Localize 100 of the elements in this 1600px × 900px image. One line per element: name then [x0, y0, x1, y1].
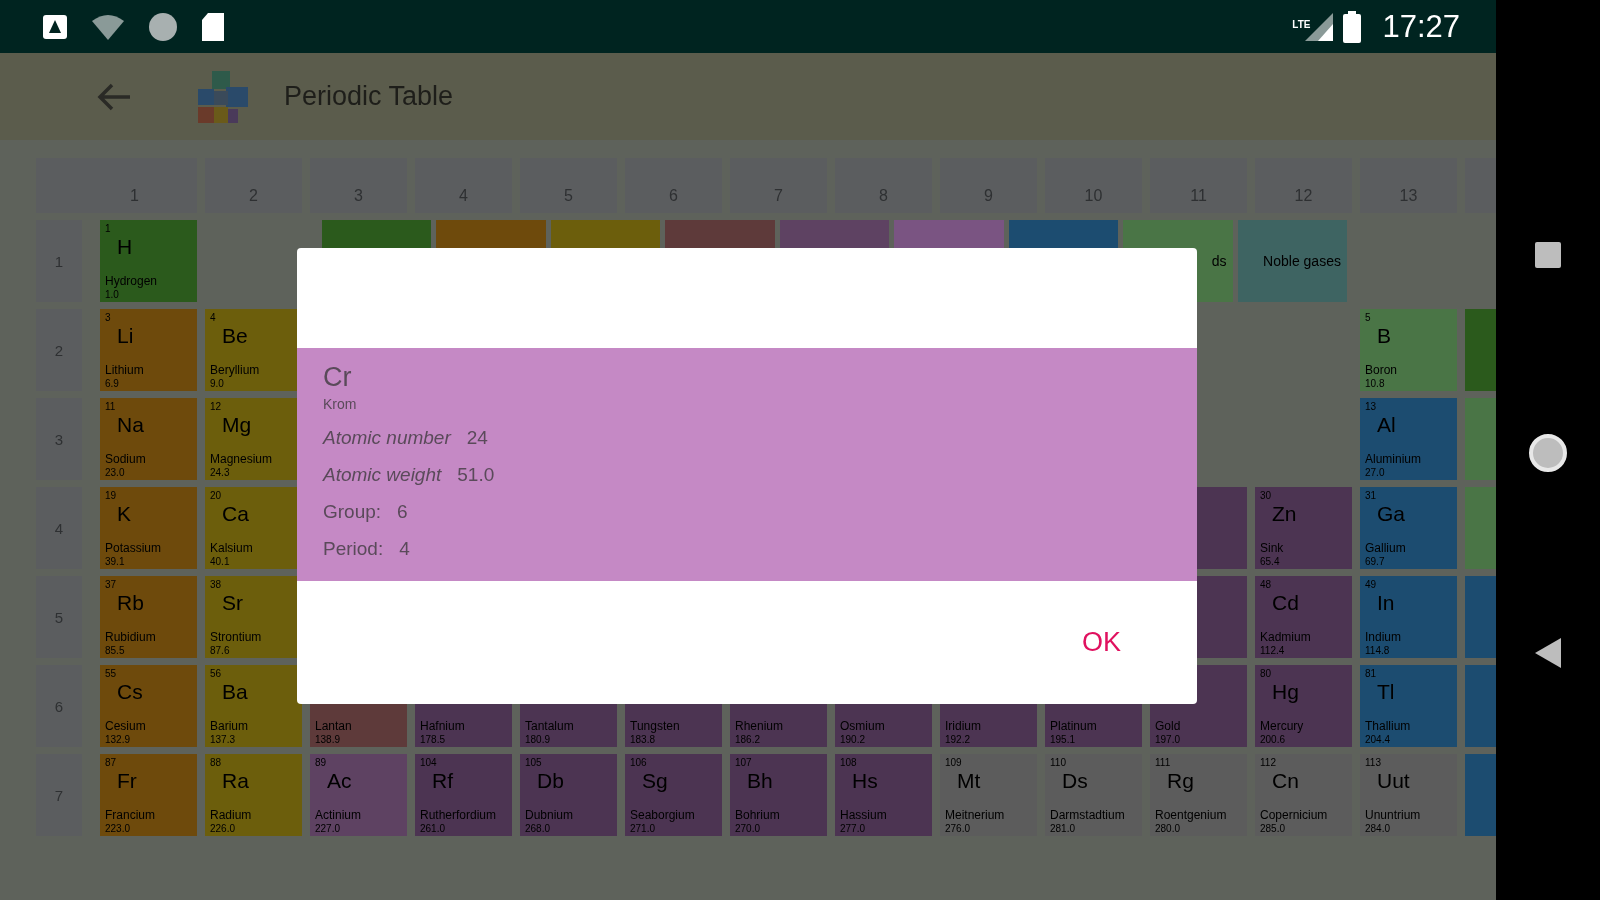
element-name: Meitnerium: [945, 808, 1006, 823]
fact-label: Atomic number: [323, 426, 451, 450]
atomic-number: 111: [1155, 757, 1172, 768]
element-tile[interactable]: 81 Tl Thallium 204.4: [1360, 665, 1457, 747]
element-tile[interactable]: 107 Bh Bohrium 270.0: [730, 754, 827, 836]
element-name: Platinum: [1050, 719, 1098, 734]
element-tile[interactable]: 13 Al Aluminium 27.0: [1360, 398, 1457, 480]
atomic-number: 105: [525, 757, 543, 768]
fact-value: 51.0: [457, 463, 495, 487]
element-tile[interactable]: 106 Sg Seaborgium 271.0: [625, 754, 722, 836]
element-name: Beryllium: [210, 363, 261, 378]
element-name: Rubidium: [105, 630, 157, 645]
atomic-number: 5: [1365, 312, 1372, 323]
element-name: Indium: [1365, 630, 1403, 645]
atomic-weight: 6.9: [105, 378, 120, 389]
atomic-weight: 276.0: [945, 823, 972, 834]
element-tile[interactable]: 31 Ga Gallium 69.7: [1360, 487, 1457, 569]
element-name: Francium: [105, 808, 156, 823]
element-symbol: In: [1377, 590, 1396, 616]
element-tile[interactable]: 105 Db Dubnium 268.0: [520, 754, 617, 836]
atomic-number: 88: [210, 757, 223, 768]
element-tile[interactable]: 80 Hg Mercury 200.6: [1255, 665, 1352, 747]
element-tile[interactable]: 3 Li Lithium 6.9: [100, 309, 197, 391]
element-symbol: Cs: [117, 679, 144, 705]
element-tile[interactable]: 88 Ra Radium 226.0: [205, 754, 302, 836]
atomic-number: 108: [840, 757, 858, 768]
element-name: Rutherfordium: [420, 808, 498, 823]
element-tile[interactable]: 1 H Hydrogen 1.0: [100, 220, 197, 302]
element-symbol: Cn: [1272, 768, 1300, 794]
back-arrow-icon[interactable]: [96, 81, 132, 112]
atomic-weight: 200.6: [1260, 734, 1287, 745]
element-name: Roentgenium: [1155, 808, 1228, 823]
element-tile[interactable]: 104 Rf Rutherfordium 261.0: [415, 754, 512, 836]
atomic-number: 1: [105, 223, 112, 234]
atomic-weight: 197.0: [1155, 734, 1182, 745]
element-symbol: Ds: [1062, 768, 1089, 794]
network-label: LTE: [1292, 18, 1311, 30]
element-symbol: Hs: [852, 768, 879, 794]
element-symbol: Hg: [1272, 679, 1300, 705]
fact-value: 24: [466, 426, 488, 450]
atomic-weight: 132.9: [105, 734, 132, 745]
element-tile[interactable]: 11 Na Sodium 23.0: [100, 398, 197, 480]
element-tile[interactable]: 112 Cn Copernicium 285.0: [1255, 754, 1352, 836]
element-tile[interactable]: 87 Fr Francium 223.0: [100, 754, 197, 836]
atomic-weight: 69.7: [1365, 556, 1386, 567]
element-tile[interactable]: 110 Ds Darmstadtium 281.0: [1045, 754, 1142, 836]
element-tile[interactable]: 19 K Potassium 39.1: [100, 487, 197, 569]
element-tile[interactable]: 108 Hs Hassium 277.0: [835, 754, 932, 836]
element-name: Osmium: [840, 719, 886, 734]
element-tile[interactable]: 48 Cd Kadmium 112.4: [1255, 576, 1352, 658]
recents-icon[interactable]: [1535, 242, 1561, 269]
atomic-number: 31: [1365, 490, 1378, 501]
atomic-number: 55: [105, 668, 118, 679]
atomic-number: 37: [105, 579, 118, 590]
element-tile[interactable]: 49 In Indium 114.8: [1360, 576, 1457, 658]
element-name: Tantalum: [525, 719, 575, 734]
element-name: Mercury: [1260, 719, 1305, 734]
atomic-weight: 87.6: [210, 645, 231, 656]
element-tile[interactable]: 30 Zn Sink 65.4: [1255, 487, 1352, 569]
element-tile[interactable]: 56 Ba Barium 137.3: [205, 665, 302, 747]
atomic-number: 48: [1260, 579, 1273, 590]
atomic-number: 12: [210, 401, 223, 412]
atomic-weight: 27.0: [1365, 467, 1386, 478]
back-icon[interactable]: [1535, 637, 1561, 668]
atomic-number: 109: [945, 757, 963, 768]
element-tile[interactable]: 113 Uut Ununtrium 284.0: [1360, 754, 1457, 836]
element-symbol: Ra: [222, 768, 250, 794]
element-name: Sodium: [105, 452, 147, 467]
home-icon[interactable]: [1528, 433, 1568, 473]
element-tile[interactable]: 89 Ac Actinium 227.0: [310, 754, 407, 836]
atomic-number: 112: [1260, 757, 1277, 768]
element-name: Radium: [210, 808, 253, 823]
atomic-weight: 138.9: [315, 734, 342, 745]
element-symbol: Fr: [117, 768, 138, 794]
atomic-number: 3: [105, 312, 112, 323]
element-tile[interactable]: 37 Rb Rubidium 85.5: [100, 576, 197, 658]
ok-button[interactable]: OK: [1080, 623, 1123, 662]
element-symbol: Ca: [222, 501, 250, 527]
element-name: Copernicium: [1260, 808, 1329, 823]
element-name: Hydrogen: [105, 274, 159, 289]
atomic-number: 38: [210, 579, 223, 590]
element-tile[interactable]: 55 Cs Cesium 132.9: [100, 665, 197, 747]
element-name: Tungsten: [630, 719, 681, 734]
atomic-weight: 40.1: [210, 556, 231, 567]
atomic-weight: 270.0: [735, 823, 762, 834]
element-symbol: Ga: [1377, 501, 1406, 527]
atomic-weight: 285.0: [1260, 823, 1287, 834]
element-tile[interactable]: 5 B Boron 10.8: [1360, 309, 1457, 391]
element-tile[interactable]: 109 Mt Meitnerium 276.0: [940, 754, 1037, 836]
element-symbol: Ba: [222, 679, 249, 705]
element-name: Gallium: [1365, 541, 1407, 556]
notification-icon: [42, 13, 68, 40]
atomic-weight: 180.9: [525, 734, 552, 745]
element-tile[interactable]: 111 Rg Roentgenium 280.0: [1150, 754, 1247, 836]
atomic-weight: 204.4: [1365, 734, 1392, 745]
element-name: Bohrium: [735, 808, 781, 823]
wifi-icon: [90, 12, 126, 41]
atomic-number: 80: [1260, 668, 1273, 679]
element-symbol: Bh: [747, 768, 774, 794]
element-name: Actinium: [315, 808, 362, 823]
